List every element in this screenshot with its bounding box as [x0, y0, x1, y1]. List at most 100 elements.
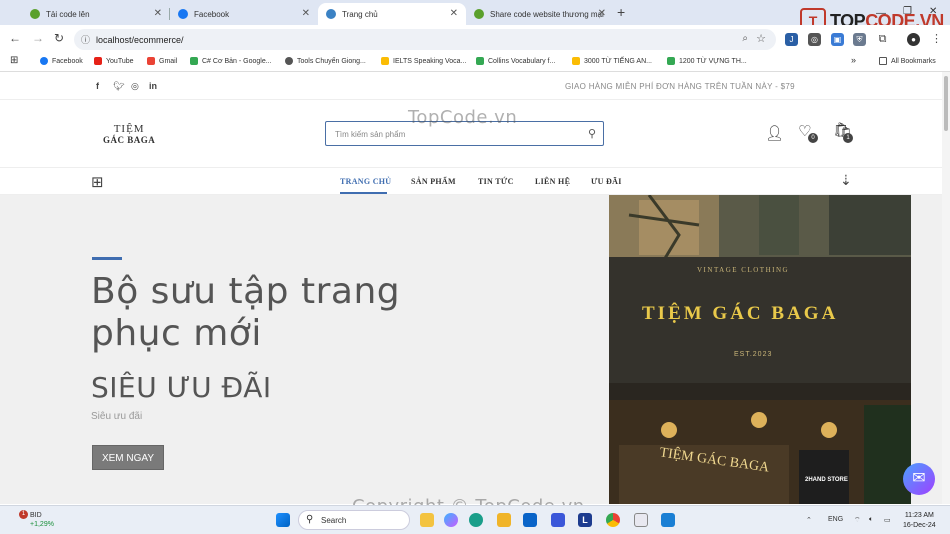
bookmark-tools[interactable]: Tools Chuyển Giong...	[285, 57, 366, 65]
facebook-icon	[178, 9, 188, 19]
google-drive-icon	[476, 57, 484, 65]
extensions-puzzle-icon[interactable]: ⧉	[876, 33, 889, 46]
system-clock[interactable]: 11:23 AM 16-Dec-24	[903, 511, 936, 531]
bookmark-csharp[interactable]: C# Cơ Bản - Google...	[190, 57, 272, 65]
forward-arrow-icon[interactable]: →	[32, 31, 44, 45]
grid-menu-icon[interactable]: ⊞	[91, 173, 104, 191]
nav-news[interactable]: TIN TỨC	[478, 177, 514, 186]
outlook-icon[interactable]	[523, 513, 537, 527]
tab-favicon-icon	[474, 9, 484, 19]
windows-taskbar: 1 BID +1,29% ⚲ Search L ⌃ ENG ⌔ 🔈︎ ▭ 11:…	[0, 505, 950, 534]
youtube-icon	[94, 57, 102, 65]
extension-icon[interactable]: ▣	[831, 33, 844, 46]
shop-logo[interactable]: TIỆM GÁC BAGA	[103, 123, 155, 145]
file-explorer-icon[interactable]	[420, 513, 434, 527]
apps-grid-icon[interactable]: ⊞	[10, 55, 18, 66]
folder-icon[interactable]	[497, 513, 511, 527]
logo-line-1: TIỆM	[113, 123, 145, 135]
menu-kebab-icon[interactable]: ⋮	[930, 33, 943, 46]
watermark-top: TopCode.vn	[408, 107, 518, 128]
more-bookmarks-icon[interactable]: »	[851, 55, 856, 65]
bookmark-facebook[interactable]: Facebook	[40, 57, 83, 65]
bookmark-youtube[interactable]: YouTube	[94, 57, 134, 65]
maximize-button[interactable]: ❐	[903, 6, 912, 17]
volume-icon[interactable]: 🔈︎	[869, 516, 873, 524]
tray-chevron-icon[interactable]: ⌃	[806, 516, 812, 524]
extension-icon[interactable]: J	[785, 33, 798, 46]
hero-title: Bộ sưu tập trang phục mới	[91, 271, 401, 354]
tab-strip: Tải code lên ✕ Facebook ✕ Trang chủ ✕ Sh…	[0, 0, 950, 34]
site-info-icon[interactable]: ⓘ	[81, 33, 90, 46]
bookmark-star-icon[interactable]: ☆	[756, 32, 766, 45]
sort-icon[interactable]: ⇣	[840, 172, 852, 189]
vscode-icon[interactable]	[661, 513, 675, 527]
profile-avatar[interactable]: ●	[907, 33, 920, 46]
extension-icon[interactable]: ⛨	[853, 33, 866, 46]
stock-widget[interactable]: 1 BID +1,29%	[12, 510, 54, 529]
tab-upload-code[interactable]: Tải code lên ✕	[22, 3, 170, 25]
all-bookmarks[interactable]: All Bookmarks	[879, 57, 936, 65]
battery-icon[interactable]: ▭	[884, 516, 891, 524]
bookmark-3000[interactable]: 3000 TỪ TIẾNG AN...	[572, 57, 652, 65]
messenger-chat-icon[interactable]: ✉	[903, 463, 935, 495]
shipping-notice: GIAO HÀNG MIỄN PHÍ ĐƠN HÀNG TRÊN TUẦN NÀ…	[565, 82, 795, 91]
taskbar-search-label: Search	[321, 516, 347, 525]
stock-badge: 1	[19, 510, 28, 519]
bookmark-ielts[interactable]: IELTS Speaking Voca...	[381, 57, 466, 65]
clock-time: 11:23 AM	[904, 512, 934, 519]
nav-products[interactable]: SẢN PHẨM	[411, 177, 456, 186]
shop-now-button[interactable]: XEM NGAY	[92, 445, 164, 470]
user-icon[interactable]: 👤︎	[765, 124, 784, 142]
wifi-icon[interactable]: ⌔	[854, 516, 861, 525]
hero-accent-line	[92, 257, 122, 260]
apps-icon[interactable]	[551, 513, 565, 527]
app-l-icon[interactable]: L	[578, 513, 592, 527]
facebook-icon[interactable]: f	[96, 81, 99, 91]
search-icon: ⚲	[306, 514, 314, 525]
edge-icon[interactable]	[469, 513, 483, 527]
language-indicator[interactable]: ENG	[828, 516, 843, 523]
nav-offers[interactable]: ƯU ĐÃI	[591, 177, 622, 186]
windows-start-icon[interactable]	[276, 513, 290, 527]
chrome-icon[interactable]	[606, 513, 620, 527]
nav-contact[interactable]: LIÊN HỆ	[535, 177, 570, 186]
instagram-icon[interactable]: ◎	[131, 81, 139, 92]
close-window-button[interactable]: ✕	[929, 6, 937, 17]
search-icon[interactable]: ⚲	[588, 127, 596, 140]
close-icon[interactable]: ✕	[302, 8, 310, 19]
tab-title: Share code website thương mại	[490, 9, 604, 19]
taskbar-search[interactable]: ⚲ Search	[298, 510, 410, 530]
scrollbar[interactable]	[942, 72, 950, 504]
sign-est-text: EST.2023	[734, 351, 773, 358]
close-icon[interactable]: ✕	[154, 8, 162, 19]
close-icon[interactable]: ✕	[450, 8, 458, 19]
linkedin-icon[interactable]: in	[149, 81, 157, 91]
tab-home-active[interactable]: Trang chủ ✕	[318, 3, 466, 25]
google-drive-icon	[572, 57, 580, 65]
scrollbar-thumb[interactable]	[944, 76, 948, 131]
bookmark-collins[interactable]: Collins Vocabulary f...	[476, 57, 555, 65]
address-bar[interactable]: ⓘ localhost/ecommerce/ ⌕ ☆	[74, 29, 776, 50]
extension-icon[interactable]: ◎	[808, 33, 821, 46]
zoom-icon[interactable]: ⌕	[742, 33, 748, 44]
tab-favicon-icon	[30, 9, 40, 19]
copilot-icon[interactable]	[444, 513, 458, 527]
chat-app-icon[interactable]	[634, 513, 648, 527]
reload-icon[interactable]: ↻	[54, 31, 64, 45]
url-text: localhost/ecommerce/	[96, 34, 184, 45]
webpage: f 🐦︎ ◎ in GIAO HÀNG MIỄN PHÍ ĐƠN HÀNG TR…	[0, 72, 942, 504]
nav-home[interactable]: TRANG CHỦ	[340, 177, 391, 186]
twitter-icon[interactable]: 🐦︎	[113, 81, 124, 92]
close-icon[interactable]: ✕	[598, 8, 606, 19]
tab-facebook[interactable]: Facebook ✕	[170, 3, 318, 25]
hero-banner: Bộ sưu tập trang phục mới SIÊU ƯU ĐÃI Si…	[0, 195, 942, 504]
bookmark-gmail[interactable]: Gmail	[147, 57, 177, 65]
minimize-button[interactable]: —	[876, 8, 886, 19]
new-tab-button[interactable]: +	[617, 4, 625, 20]
sign-top-text: VINTAGE CLOTHING	[697, 266, 790, 274]
cart-badge: 1	[843, 133, 853, 143]
tab-share-code[interactable]: Share code website thương mại ✕	[466, 3, 614, 25]
back-arrow-icon[interactable]: ←	[9, 31, 21, 45]
bookmark-1200[interactable]: 1200 TỪ VỰNG TH...	[667, 57, 747, 65]
hero-storefront-image: VINTAGE CLOTHING TIỆM GÁC BAGA EST.2023 …	[609, 195, 911, 504]
